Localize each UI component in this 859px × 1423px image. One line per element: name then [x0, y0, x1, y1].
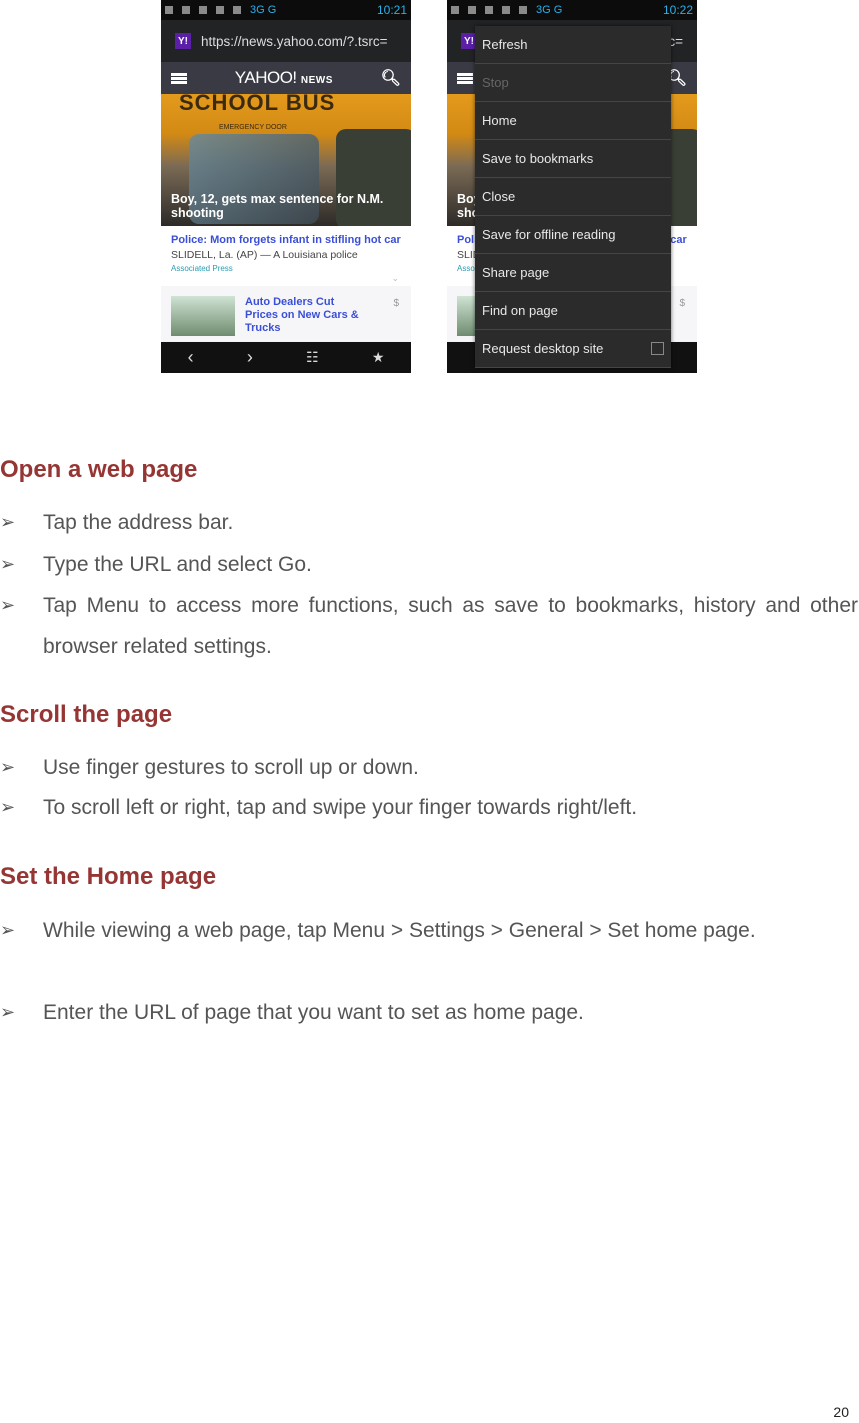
- notification-icon: [502, 6, 510, 14]
- back-icon[interactable]: ‹: [188, 347, 194, 368]
- notification-icon: [451, 6, 459, 14]
- chevron-down-icon[interactable]: ⌄: [391, 273, 399, 284]
- bookmark-icon[interactable]: ★: [372, 349, 385, 366]
- page-number: 20: [833, 1404, 849, 1420]
- menu-item-save-offline[interactable]: Save for offline reading: [475, 216, 671, 254]
- notification-icon: [165, 6, 173, 14]
- favicon-icon: Y!: [175, 33, 191, 49]
- story-title[interactable]: Police: Mom forgets infant in stifling h…: [171, 234, 401, 247]
- menu-item-close[interactable]: Close: [475, 178, 671, 216]
- status-time: 10:22: [662, 3, 693, 17]
- signal-icon: 3G G: [250, 4, 277, 16]
- browser-bottom-nav: ‹ › ☷ ★: [161, 342, 411, 373]
- bullet-arrow-icon: ➢: [0, 1002, 16, 1022]
- missed-call-icon: [485, 6, 493, 14]
- ad-image: [171, 296, 235, 336]
- tabs-icon[interactable]: ☷: [306, 349, 319, 366]
- site-header: YAHOO! NEWS 🔍︎: [161, 62, 411, 94]
- browser-screenshot-2: 3G G 10:22 Y! rc= 🔍︎ Boy, 12, gets max s…: [447, 0, 697, 373]
- menu-item-refresh[interactable]: Refresh: [475, 26, 671, 64]
- hamburger-menu-icon[interactable]: [457, 72, 473, 84]
- hamburger-menu-icon[interactable]: [171, 72, 187, 84]
- bus-text: SCHOOL BUS: [179, 94, 336, 115]
- bullet-arrow-icon: ➢: [0, 512, 16, 532]
- bullet-arrow-icon: ➢: [0, 757, 16, 777]
- dollar-icon: $: [393, 298, 399, 309]
- url-text[interactable]: https://news.yahoo.com/?.tsrc=: [201, 34, 387, 49]
- bullet-arrow-icon: ➢: [0, 595, 16, 615]
- heading-scroll-page: Scroll the page: [0, 701, 173, 728]
- bullet-arrow-icon: ➢: [0, 554, 16, 574]
- ad-title[interactable]: Auto Dealers Cut Prices on New Cars & Tr…: [245, 296, 360, 341]
- status-bar: 3G G 10:21: [161, 0, 411, 20]
- menu-item-save-to-bookmarks[interactable]: Save to bookmarks: [475, 140, 671, 178]
- door-text: EMERGENCY DOOR: [219, 124, 287, 131]
- menu-item-stop: Stop: [475, 64, 671, 102]
- notification-icon: [216, 6, 224, 14]
- browser-screenshot-1: 3G G 10:21 Y! https://news.yahoo.com/?.t…: [161, 0, 411, 373]
- dollar-icon: $: [679, 298, 685, 309]
- usb-icon: [233, 6, 241, 14]
- bullet-arrow-icon: ➢: [0, 920, 16, 940]
- address-bar[interactable]: Y! https://news.yahoo.com/?.tsrc=: [161, 20, 411, 62]
- menu-item-request-desktop-site[interactable]: Request desktop site: [475, 330, 671, 368]
- story-source: Associated Press: [171, 264, 233, 273]
- browser-options-menu: Refresh Stop Home Save to bookmarks Clos…: [475, 26, 671, 368]
- notification-icon: [182, 6, 190, 14]
- status-bar: 3G G 10:22: [447, 0, 697, 20]
- story-snippet: SLIDELL, La. (AP) — A Louisiana police: [171, 249, 358, 261]
- ad-card[interactable]: Auto Dealers Cut Prices on New Cars & Tr…: [161, 286, 411, 341]
- heading-open-web-page: Open a web page: [0, 456, 198, 483]
- desktop-site-checkbox[interactable]: [651, 342, 664, 355]
- menu-item-home[interactable]: Home: [475, 102, 671, 140]
- hero-story[interactable]: SCHOOL BUS EMERGENCY DOOR Boy, 12, gets …: [161, 94, 411, 226]
- forward-icon[interactable]: ›: [247, 347, 253, 368]
- usb-icon: [519, 6, 527, 14]
- status-time: 10:21: [376, 3, 407, 17]
- bullet-arrow-icon: ➢: [0, 797, 16, 817]
- site-logo: YAHOO! NEWS: [234, 68, 333, 87]
- signal-icon: 3G G: [536, 4, 563, 16]
- menu-item-share-page[interactable]: Share page: [475, 254, 671, 292]
- menu-item-find-on-page[interactable]: Find on page: [475, 292, 671, 330]
- heading-set-home-page: Set the Home page: [0, 863, 217, 890]
- notification-icon: [468, 6, 476, 14]
- search-icon[interactable]: 🔍︎: [381, 68, 401, 88]
- hero-headline[interactable]: Boy, 12, gets max sentence for N.M. shoo…: [171, 192, 403, 220]
- missed-call-icon: [199, 6, 207, 14]
- story-card[interactable]: Police: Mom forgets infant in stifling h…: [161, 226, 411, 286]
